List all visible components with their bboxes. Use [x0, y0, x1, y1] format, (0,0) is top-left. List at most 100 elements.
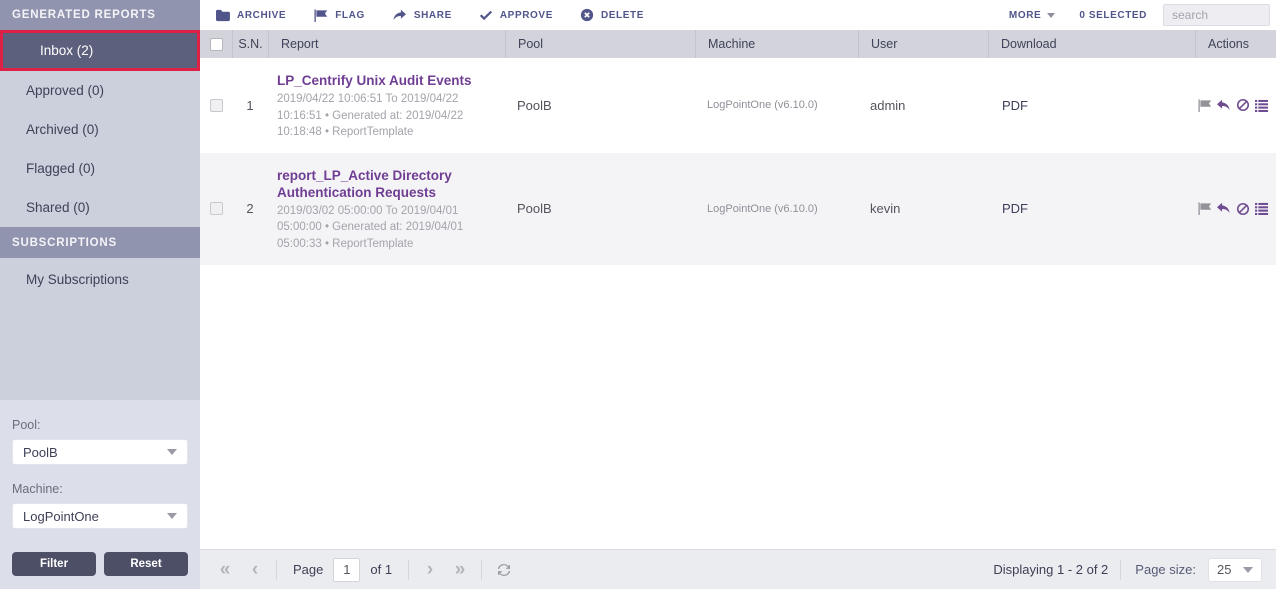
toolbar-right: MORE 0 SELECTED [1009, 4, 1276, 26]
archive-button[interactable]: ARCHIVE [215, 9, 286, 22]
header-report[interactable]: Report [268, 30, 505, 58]
ban-icon[interactable] [1234, 97, 1251, 114]
pool-dropdown[interactable]: PoolB [12, 439, 188, 465]
row-checkbox-cell [200, 58, 232, 153]
machine-cell: LogPointOne (v6.10.0) [695, 58, 858, 153]
user-cell: kevin [858, 153, 988, 265]
chevron-down-icon [1047, 13, 1055, 18]
select-all-checkbox[interactable] [210, 38, 223, 51]
sidebar-item-my-subscriptions[interactable]: My Subscriptions [0, 258, 200, 301]
delete-button[interactable]: DELETE [580, 8, 644, 22]
row-checkbox-cell [200, 153, 232, 265]
header-machine[interactable]: Machine [695, 30, 858, 58]
archive-label: ARCHIVE [237, 10, 286, 21]
header-user[interactable]: User [858, 30, 988, 58]
machine-cell: LogPointOne (v6.10.0) [695, 153, 858, 265]
filter-panel: Pool: PoolB Machine: LogPointOne Filter … [0, 400, 200, 589]
report-cell: report_LP_Active Directory Authenticatio… [268, 153, 505, 265]
report-meta: 2019/03/02 05:00:00 To 2019/04/01 05:00:… [277, 203, 495, 253]
delete-label: DELETE [601, 10, 644, 21]
table-header: S.N. Report Pool Machine User Download A… [200, 30, 1276, 58]
sidebar-item-shared[interactable]: Shared (0) [0, 188, 200, 227]
filter-button[interactable]: Filter [12, 552, 96, 576]
page-number-input[interactable] [333, 558, 360, 582]
sidebar-item-archived[interactable]: Archived (0) [0, 110, 200, 149]
table-row: 1 LP_Centrify Unix Audit Events 2019/04/… [200, 58, 1276, 153]
share-icon [392, 9, 407, 22]
last-page-button[interactable]: » [445, 559, 475, 581]
divider [276, 560, 277, 580]
sidebar-item-inbox[interactable]: Inbox (2) [0, 30, 200, 71]
flag-icon[interactable] [1196, 97, 1213, 114]
row-checkbox[interactable] [210, 202, 223, 215]
pagination-bar: « ‹ Page of 1 › » Displaying 1 - 2 of 2 … [200, 549, 1276, 589]
share-button[interactable]: SHARE [392, 9, 452, 22]
sidebar-item-approved[interactable]: Approved (0) [0, 71, 200, 110]
prev-page-button[interactable]: ‹ [240, 559, 270, 581]
chevron-down-icon [167, 513, 177, 519]
filter-buttons-row: Filter Reset [12, 552, 188, 576]
section-header-subscriptions: SUBSCRIPTIONS [0, 227, 200, 258]
list-icon[interactable] [1253, 200, 1270, 217]
displaying-status: Displaying 1 - 2 of 2 [993, 562, 1108, 577]
download-pdf-link[interactable]: PDF [988, 153, 1195, 265]
list-icon[interactable] [1253, 97, 1270, 114]
report-title-link[interactable]: report_LP_Active Directory Authenticatio… [277, 167, 495, 201]
flag-icon [313, 9, 328, 22]
select-all-cell [200, 30, 232, 58]
header-sn[interactable]: S.N. [232, 30, 268, 58]
flag-icon[interactable] [1196, 200, 1213, 217]
flag-button[interactable]: FLAG [313, 9, 365, 22]
next-page-button[interactable]: › [415, 559, 445, 581]
row-checkbox[interactable] [210, 99, 223, 112]
header-download[interactable]: Download [988, 30, 1195, 58]
header-pool[interactable]: Pool [505, 30, 695, 58]
page-of-label: of 1 [370, 562, 392, 577]
machine-dropdown-value: LogPointOne [23, 509, 99, 524]
refresh-icon[interactable] [496, 562, 512, 578]
divider [408, 560, 409, 580]
reset-button[interactable]: Reset [104, 552, 188, 576]
first-page-button[interactable]: « [210, 559, 240, 581]
chevron-down-icon [1243, 567, 1253, 573]
machine-filter-label: Machine: [12, 482, 188, 496]
actions-cell [1195, 58, 1276, 153]
row-sn: 2 [232, 153, 268, 265]
actions-cell [1195, 153, 1276, 265]
page-size-dropdown[interactable]: 25 [1208, 558, 1262, 582]
selected-count: 0 SELECTED [1079, 10, 1147, 21]
sidebar-item-flagged[interactable]: Flagged (0) [0, 149, 200, 188]
page-size-value: 25 [1217, 562, 1231, 577]
divider [1120, 560, 1121, 580]
main-content: ARCHIVE FLAG SHARE APPROVE [200, 0, 1276, 589]
approve-label: APPROVE [500, 10, 553, 21]
page-label: Page [293, 562, 323, 577]
generated-reports-app: GENERATED REPORTS Inbox (2) Approved (0)… [0, 0, 1276, 589]
approve-button[interactable]: APPROVE [479, 9, 553, 21]
header-actions: Actions [1195, 30, 1276, 58]
share-label: SHARE [414, 10, 452, 21]
reply-icon[interactable] [1215, 97, 1232, 114]
table-row: 2 report_LP_Active Directory Authenticat… [200, 153, 1276, 265]
machine-dropdown[interactable]: LogPointOne [12, 503, 188, 529]
pool-dropdown-value: PoolB [23, 445, 58, 460]
check-icon [479, 9, 493, 21]
download-pdf-link[interactable]: PDF [988, 58, 1195, 153]
delete-circle-icon [580, 8, 594, 22]
chevron-down-icon [167, 449, 177, 455]
pool-cell: PoolB [505, 153, 695, 265]
report-cell: LP_Centrify Unix Audit Events 2019/04/22… [268, 58, 505, 153]
row-sn: 1 [232, 58, 268, 153]
page-size-label: Page size: [1135, 562, 1196, 577]
flag-label: FLAG [335, 10, 365, 21]
more-label: MORE [1009, 10, 1041, 21]
toolbar: ARCHIVE FLAG SHARE APPROVE [200, 0, 1276, 30]
ban-icon[interactable] [1234, 200, 1251, 217]
section-header-generated-reports: GENERATED REPORTS [0, 0, 200, 30]
search-input[interactable] [1163, 4, 1270, 26]
user-cell: admin [858, 58, 988, 153]
reply-icon[interactable] [1215, 200, 1232, 217]
report-title-link[interactable]: LP_Centrify Unix Audit Events [277, 72, 495, 89]
more-menu-button[interactable]: MORE [1009, 10, 1055, 21]
pool-cell: PoolB [505, 58, 695, 153]
